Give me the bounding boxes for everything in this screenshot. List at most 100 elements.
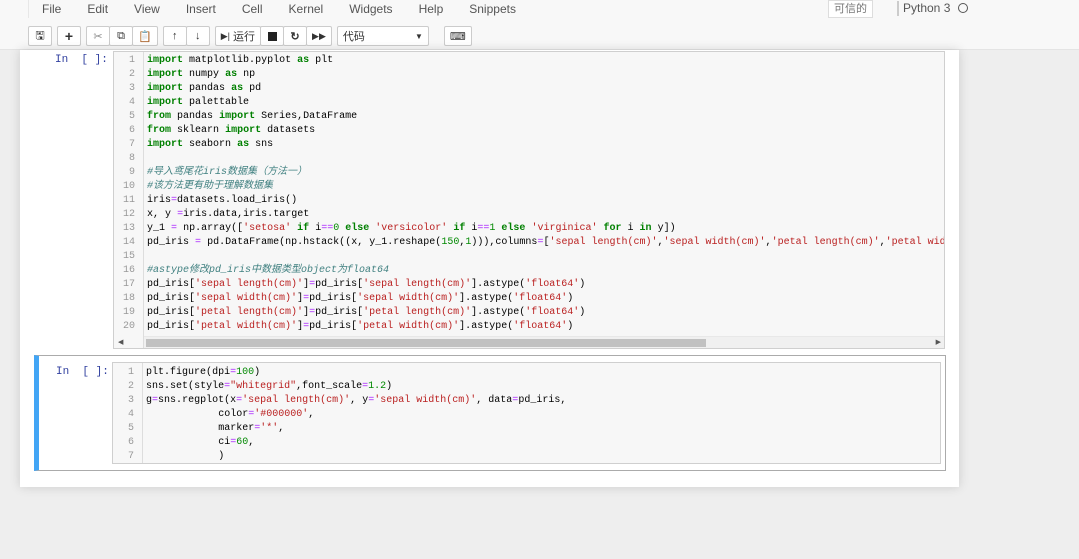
code-string: '*' [260,423,279,434]
code-string: 'float64' [513,293,568,304]
line-number: 17 [122,279,135,290]
line-number: 6 [127,437,134,448]
arrow-down-icon: ↓ [194,30,201,42]
code-operator: == [477,223,490,234]
code-editor[interactable]: 1 2 3 4 5 6 7 plt.figure(dpi=100) sns.set(style… [112,362,941,464]
code-operator: = [171,195,178,206]
line-number: 8 [128,153,135,164]
scroll-right-icon[interactable]: ▶ [936,338,941,346]
move-up-button[interactable]: ↑ [162,26,187,46]
paste-button[interactable]: 📋 [132,26,158,46]
code-operator: = [537,237,544,248]
code-keyword: import [147,97,184,108]
kernel-name: Python 3 [903,1,951,15]
code-line: y_1 = np.array(['setosa' if i==0 else 'v… [147,223,676,234]
menu-cell[interactable]: Cell [229,0,276,18]
code-string: 'petal length(cm)' [195,307,304,318]
code-string: 'setosa' [243,223,292,234]
menu-view[interactable]: View [121,0,173,18]
menu-kernel[interactable]: Kernel [276,0,337,18]
menu-file[interactable]: File [29,0,74,18]
restart-button[interactable]: ↻ [283,26,308,46]
copy-icon: ⧉ [117,29,125,42]
code-cell[interactable]: In [ ]: 1 2 3 4 5 6 7 8 9 10 11 12 13 14 15 16 17 18 19 20 … [34,50,946,350]
scroll-left-icon[interactable]: ◀ [118,338,123,346]
scrollbar-thumb[interactable] [146,339,706,347]
menu-snippets[interactable]: Snippets [456,0,529,18]
code-keyword: as [297,55,310,66]
code-cell-selected[interactable]: In [ ]: 1 2 3 4 5 6 7 plt.figure(dpi=100) sns.s… [34,355,946,471]
code-string: 'sepal length(cm)' [195,279,304,290]
code-line: pd_iris['petal length(cm)']=pd_iris['pet… [147,307,586,318]
code-line: #astype修改pd_iris中数据类型object为float64 [147,264,944,278]
menu-insert[interactable]: Insert [173,0,229,18]
code-line: import numpy as np [147,69,256,80]
code-operator: = [303,321,310,332]
line-number: 20 [122,321,135,332]
code-string: 'float64' [525,307,580,318]
code-line: iris=datasets.load_iris() [147,195,298,206]
code-string: 'petal length(cm)' [771,237,880,248]
code-line: marker='*', [218,423,285,434]
insert-cell-button[interactable]: + [57,26,81,46]
line-number: 1 [127,367,134,378]
keyboard-icon: ⌨ [449,30,466,43]
code-text[interactable]: import matplotlib.pyplot as plt import nu… [147,52,944,348]
save-button[interactable]: 🖫 [28,26,52,46]
code-line: pd_iris['sepal width(cm)']=pd_iris['sepa… [147,293,574,304]
line-number: 5 [128,111,135,122]
code-string: 'sepal length(cm)' [363,279,472,290]
code-string: 'sepal width(cm)' [663,237,766,248]
cell-type-value: 代码 [342,31,365,43]
run-button[interactable]: ▶| 运行 [214,26,262,46]
code-line: from sklearn import datasets [147,125,316,136]
cut-icon: ✂ [93,30,103,43]
run-label: 运行 [233,31,256,43]
fast-forward-icon: ▶▶ [312,30,326,41]
code-comment: #astype修改pd_iris中数据类型object为float64 [147,265,390,276]
move-down-button[interactable]: ↓ [185,26,210,46]
code-number: 1.2 [368,381,387,392]
code-line: ci=60, [218,437,255,448]
code-number: 100 [236,367,255,378]
code-text[interactable]: plt.figure(dpi=100) sns.set(style="whiteg… [146,363,940,463]
code-string: 'virginica' [531,223,598,234]
code-number: 150 [441,237,460,248]
copy-button[interactable]: ⧉ [109,26,133,46]
code-keyword: from [147,111,172,122]
code-keyword: else [345,223,370,234]
code-keyword: if [297,223,310,234]
code-operator: = [309,307,316,318]
interrupt-button[interactable] [260,26,285,46]
code-comment: #该方法更有助于理解数据集 [147,181,274,192]
code-string: "whitegrid" [230,381,297,392]
cell-type-select[interactable]: 代码 ▼ [336,26,429,46]
line-number: 16 [122,265,135,276]
stop-icon [267,31,277,41]
code-operator: = [195,237,202,248]
menu-edit[interactable]: Edit [74,0,121,18]
code-keyword: import [147,69,184,80]
code-editor[interactable]: 1 2 3 4 5 6 7 8 9 10 11 12 13 14 15 16 17 18 19 20 import m… [113,51,945,349]
code-keyword: import [147,55,184,66]
restart-run-all-button[interactable]: ▶▶ [306,26,332,46]
code-keyword: as [231,83,244,94]
command-palette-button[interactable]: ⌨ [443,26,472,46]
line-number: 10 [122,181,135,192]
line-number: 1 [128,55,135,66]
code-keyword: from [147,125,172,136]
line-number: 11 [122,195,135,206]
code-string: 'petal width(cm)' [195,321,298,332]
toolbar: 🖫 + ✂ ⧉ 📋 ↑ ↓ ▶| 运行 ↻ ▶▶ 代码 ▼ ⌨ [28,26,472,46]
trusted-indicator[interactable]: 可信的 [828,0,873,18]
code-keyword: import [225,125,262,136]
menu-help[interactable]: Help [406,0,457,18]
code-line: pd_iris['sepal length(cm)']=pd_iris['sep… [147,279,586,290]
line-number: 12 [122,209,135,220]
notebook-container: In [ ]: 1 2 3 4 5 6 7 8 9 10 11 12 13 14 15 16 17 18 19 20 … [20,50,959,487]
cut-button[interactable]: ✂ [86,26,110,46]
code-string: 'petal width(cm)' [357,321,460,332]
menu-widgets[interactable]: Widgets [336,0,405,18]
horizontal-scrollbar[interactable]: ◀ ▶ [118,336,944,348]
